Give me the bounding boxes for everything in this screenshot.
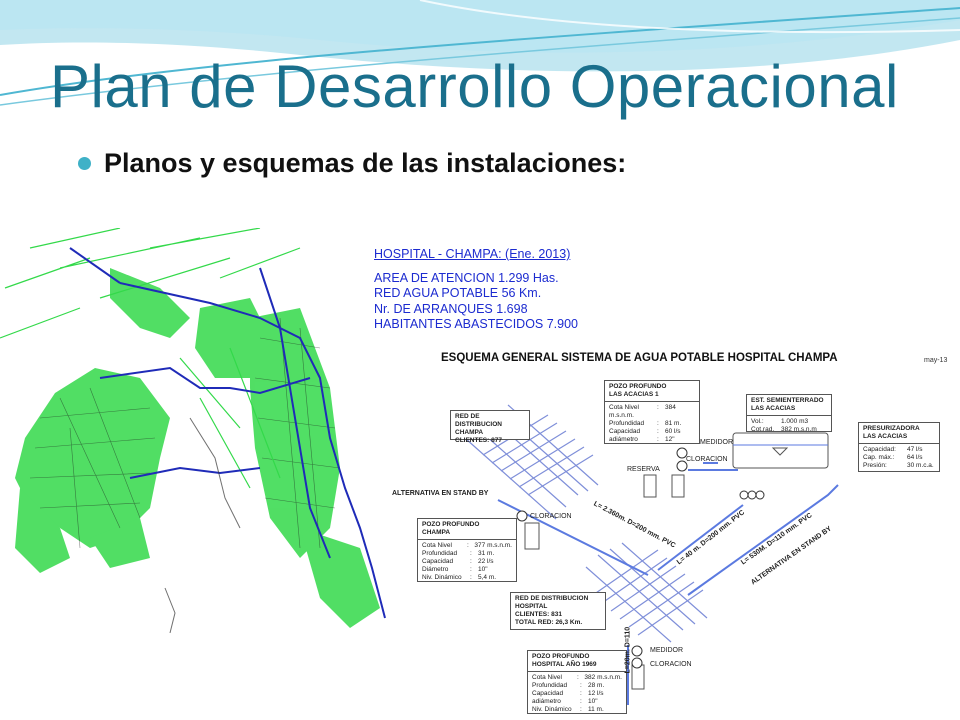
map-info-line: HABITANTES ABASTECIDOS 7.900	[374, 317, 579, 331]
map-info-line: Nr. DE ARRANQUES 1.698	[374, 301, 528, 316]
pumps	[516, 447, 765, 669]
bullet-dot	[78, 157, 91, 170]
map-info-line: RED AGUA POTABLE 56 Km.	[374, 286, 542, 300]
bullet-row: Planos y esquemas de las instalaciones:	[78, 148, 626, 179]
label-cloracion-champa: CLORACION	[530, 513, 572, 520]
box-pozo-hospital: POZO PROFUNDO HOSPITAL AÑO 1969 Cota Nive…	[527, 650, 627, 714]
network-map	[0, 228, 388, 633]
bullet-text: Planos y esquemas de las instalaciones:	[104, 148, 627, 178]
label-reserva: RESERVA	[627, 466, 660, 473]
label-cloracion-bottom: CLORACION	[650, 661, 692, 668]
pipe-label-4: L=20m. D=110	[624, 626, 632, 674]
box-red-hospital: RED DE DISTRIBUCION HOSPITAL CLIENTES: 8…	[510, 592, 606, 630]
label-alternativa-standby: ALTERNATIVA EN STAND BY	[392, 490, 489, 497]
label-medidor-top: MEDIDOR	[700, 439, 734, 446]
box-est-acacias: EST. SEMIENTERRADO LAS ACACIAS Vol.: 1.000…	[746, 394, 832, 433]
box-pozo-acacias: POZO PROFUNDO LAS ACACIAS 1 Cota Nivel:38…	[604, 380, 700, 444]
label-cloracion-top: CLORACION	[686, 456, 728, 463]
map-info: HOSPITAL - CHAMPA: (Ene. 2013) AREA DE A…	[374, 247, 578, 333]
map-info-line: AREA DE ATENCION 1.299 Has.	[374, 270, 559, 285]
box-pozo-champa: POZO PROFUNDO CHAMPA Cota Nivel:377 m.s.n…	[417, 518, 517, 582]
map-info-title: HOSPITAL - CHAMPA: (Ene. 2013)	[374, 247, 571, 261]
label-medidor-bottom: MEDIDOR	[650, 647, 684, 654]
box-presurizadora: PRESURIZADORA LAS ACACIAS Capacidad: 47 l/…	[858, 422, 940, 472]
box-red-champa: RED DE DISTRIBUCION CHAMPA CLIENTES: 877	[450, 410, 530, 444]
slide-title: Plan de Desarrollo Operacional	[50, 53, 899, 120]
